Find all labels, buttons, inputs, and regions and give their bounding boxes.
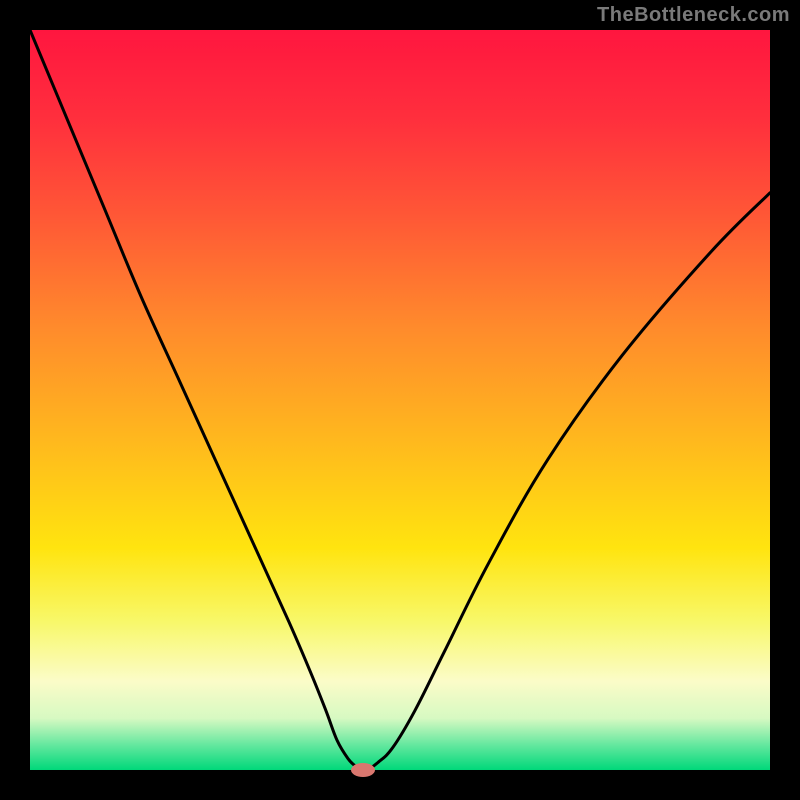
- chart-svg: [0, 0, 800, 800]
- chart-frame: TheBottleneck.com: [0, 0, 800, 800]
- watermark-text: TheBottleneck.com: [597, 4, 790, 27]
- optimum-marker: [351, 763, 375, 777]
- plot-background: [30, 30, 770, 770]
